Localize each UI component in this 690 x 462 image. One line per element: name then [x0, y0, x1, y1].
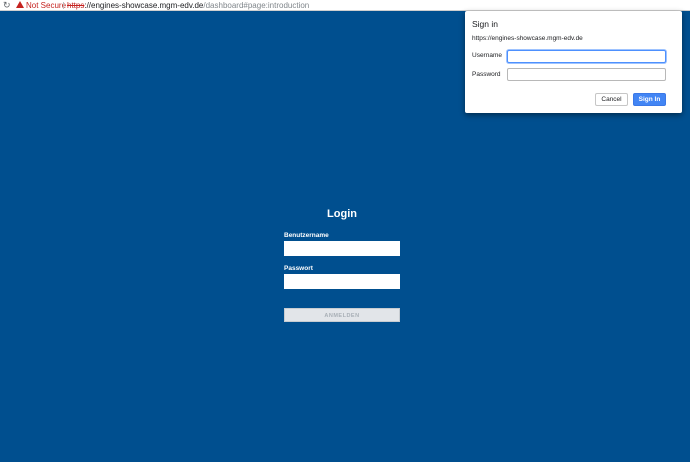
security-status[interactable]: Not Secure	[26, 0, 66, 11]
url-text[interactable]: https://engines-showcase.mgm-edv.de/dash…	[67, 0, 309, 11]
username-input[interactable]	[284, 241, 400, 256]
signin-dialog-url: https://engines-showcase.mgm-edv.de	[472, 35, 583, 42]
signin-dialog-title: Sign in	[472, 19, 498, 29]
address-divider	[63, 2, 64, 9]
reload-icon[interactable]: ↻	[3, 0, 11, 11]
signin-username-label: Username	[472, 52, 502, 59]
cancel-button[interactable]: Cancel	[595, 93, 628, 106]
address-bar[interactable]: ↻ Not Secure https://engines-showcase.mg…	[0, 0, 690, 11]
warning-icon	[16, 1, 24, 8]
signin-password-input[interactable]	[507, 68, 666, 81]
login-title: Login	[327, 208, 357, 220]
url-path: /dashboard#page:introduction	[203, 1, 310, 10]
signin-button[interactable]: Sign In	[633, 93, 666, 106]
signin-password-label: Password	[472, 71, 501, 78]
url-scheme: https	[67, 1, 85, 10]
signin-username-input[interactable]	[507, 50, 666, 63]
password-label: Passwort	[284, 265, 313, 272]
signin-dialog: Sign in https://engines-showcase.mgm-edv…	[465, 11, 682, 113]
login-submit-button[interactable]: ANMELDEN	[284, 308, 400, 322]
username-label: Benutzername	[284, 232, 329, 239]
url-host: ://engines-showcase.mgm-edv.de	[84, 1, 204, 10]
password-input[interactable]	[284, 274, 400, 289]
